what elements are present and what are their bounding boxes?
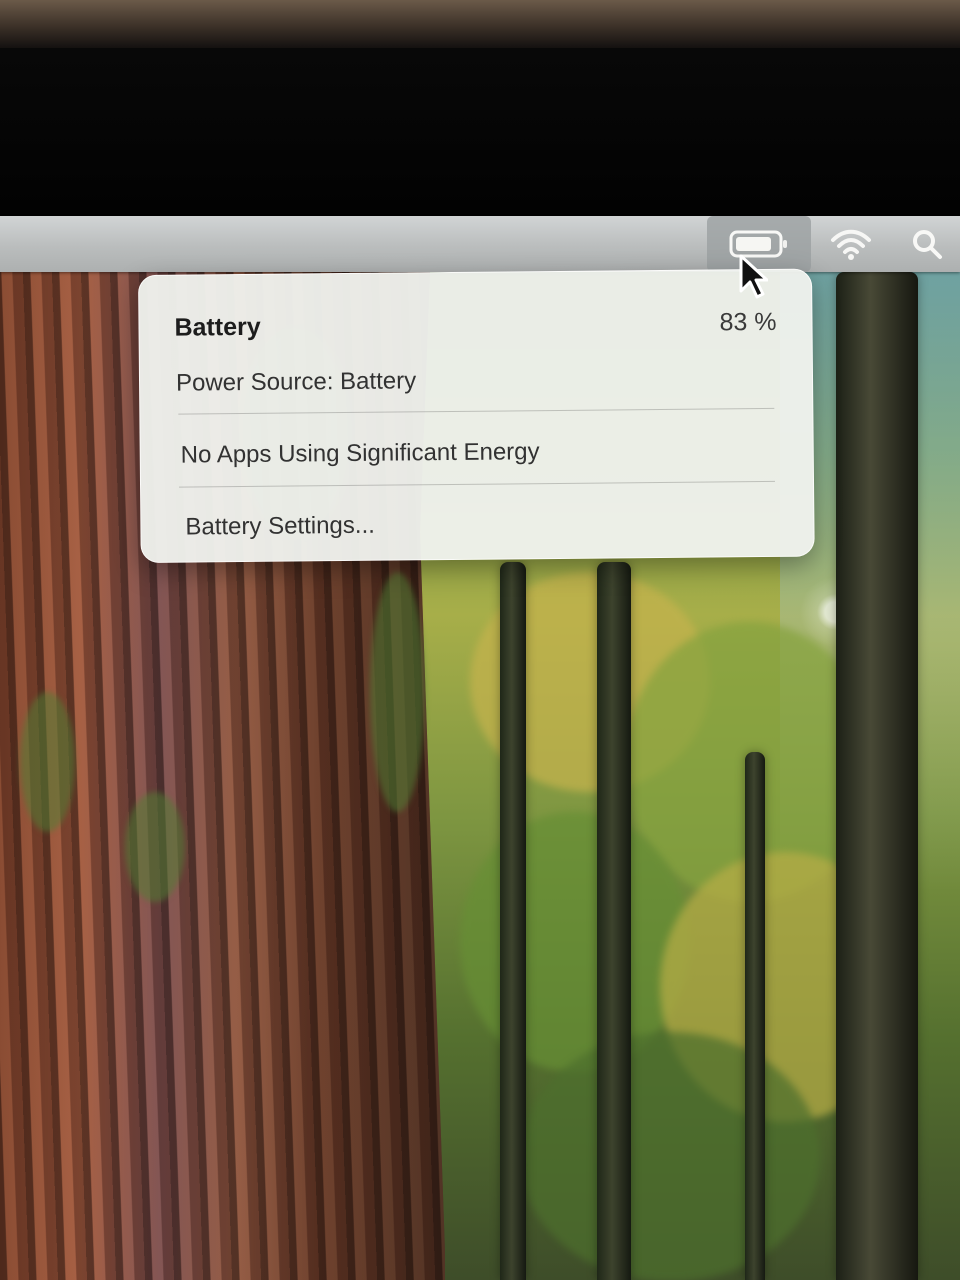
wallpaper-moss	[370, 572, 425, 812]
battery-percentage: 83 %	[719, 307, 777, 337]
photo-screen: Battery 83 % Power Source: Battery No Ap…	[0, 0, 960, 1280]
photo-top-edge	[0, 0, 960, 48]
wallpaper-tree-trunk	[836, 272, 918, 1280]
wallpaper-tree-trunk	[745, 752, 765, 1280]
energy-usage-status: No Apps Using Significant Energy	[180, 438, 540, 469]
battery-menu-popover: Battery 83 % Power Source: Battery No Ap…	[138, 268, 815, 563]
spotlight-button[interactable]	[900, 216, 954, 272]
wallpaper-tree-trunk	[500, 562, 526, 1280]
wifi-status-button[interactable]	[824, 216, 878, 272]
battery-settings-item[interactable]: Battery Settings...	[185, 512, 375, 542]
menu-separator	[178, 407, 775, 415]
wallpaper-foliage	[520, 1032, 820, 1280]
wallpaper-tree-trunk	[597, 562, 631, 1280]
display-bezel	[0, 48, 960, 216]
search-icon	[913, 230, 942, 259]
battery-menu-title: Battery	[174, 312, 261, 342]
power-source-label: Power Source: Battery	[175, 367, 417, 397]
mouse-cursor-icon	[739, 254, 768, 299]
menu-bar	[0, 216, 960, 272]
wifi-icon	[831, 229, 871, 260]
menu-separator	[179, 480, 776, 488]
wallpaper-moss	[125, 792, 185, 902]
wallpaper-moss	[20, 692, 75, 832]
